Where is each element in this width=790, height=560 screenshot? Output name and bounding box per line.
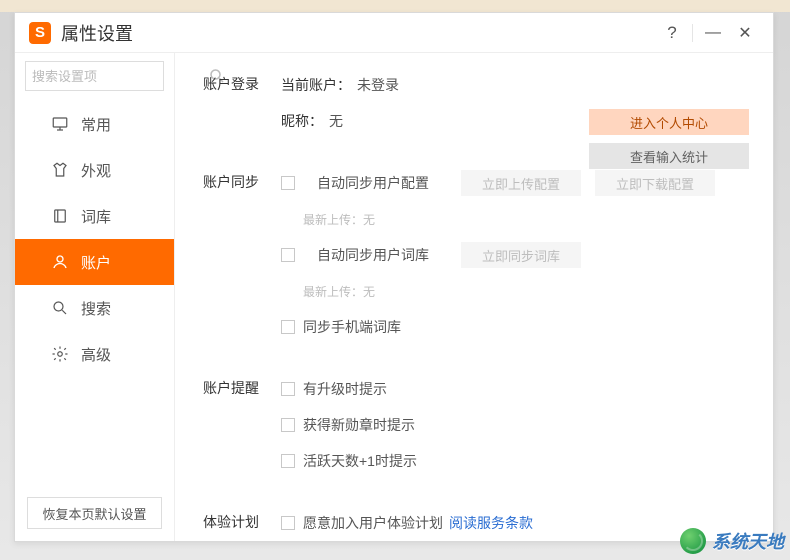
search-icon: [51, 299, 69, 317]
sidebar: 常用 外观 词库 账户 搜索: [15, 53, 175, 541]
titlebar: S 属性设置 ? — ✕: [15, 13, 773, 53]
last-upload-label: 最新上传：: [303, 211, 363, 228]
checkbox-auto-dict[interactable]: [281, 248, 295, 262]
checkbox-plan[interactable]: [281, 516, 295, 530]
watermark-text: 系统天地: [712, 528, 784, 554]
app-logo: S: [29, 22, 51, 44]
section-label: 体验计划: [203, 509, 281, 541]
active-label: 活跃天数+1时提示: [303, 451, 417, 471]
section-label: 账户提醒: [203, 375, 281, 483]
content-pane: 进入个人中心 查看输入统计 账户登录 当前账户： 未登录 昵称： 无: [175, 53, 773, 541]
sidebar-item-advanced[interactable]: 高级: [15, 331, 174, 377]
checkbox-upgrade[interactable]: [281, 382, 295, 396]
sidebar-item-label: 常用: [81, 114, 111, 135]
sync-dict-button[interactable]: 立即同步词库: [461, 242, 581, 268]
section-remind: 账户提醒 有升级时提示 获得新勋章时提示 活跃天数+1时提示: [203, 375, 763, 483]
sidebar-item-search[interactable]: 搜索: [15, 285, 174, 331]
last-upload-value: 无: [363, 211, 375, 228]
help-button[interactable]: ?: [656, 17, 688, 49]
sidebar-item-dict[interactable]: 词库: [15, 193, 174, 239]
sidebar-item-label: 高级: [81, 344, 111, 365]
input-stats-button[interactable]: 查看输入统计: [589, 143, 749, 169]
personal-center-button[interactable]: 进入个人中心: [589, 109, 749, 135]
section-label: 账户登录: [203, 71, 281, 143]
nickname-label: 昵称：: [281, 111, 323, 131]
checkbox-auto-profile[interactable]: [281, 176, 295, 190]
window-title: 属性设置: [61, 20, 133, 46]
divider: [692, 24, 693, 42]
badge-label: 获得新勋章时提示: [303, 415, 415, 435]
settings-window: S 属性设置 ? — ✕ 常用 外观: [14, 12, 774, 542]
sidebar-item-label: 搜索: [81, 298, 111, 319]
minimize-button[interactable]: —: [697, 17, 729, 49]
restore-defaults-button[interactable]: 恢复本页默认设置: [27, 497, 162, 529]
checkbox-badge[interactable]: [281, 418, 295, 432]
upgrade-label: 有升级时提示: [303, 379, 387, 399]
section-plan: 体验计划 愿意加入用户体验计划 阅读服务条款: [203, 509, 763, 541]
globe-icon: [680, 528, 706, 554]
last-upload2-value: 无: [363, 283, 375, 300]
download-profile-button[interactable]: 立即下载配置: [595, 170, 715, 196]
sync-mobile-label: 同步手机端词库: [303, 317, 401, 337]
plan-label: 愿意加入用户体验计划: [303, 513, 443, 533]
nickname-value: 无: [329, 111, 343, 131]
auto-dict-label: 自动同步用户词库: [317, 245, 447, 265]
sidebar-item-label: 外观: [81, 160, 111, 181]
user-icon: [51, 253, 69, 271]
auto-profile-label: 自动同步用户配置: [317, 173, 447, 193]
current-account-value: 未登录: [357, 75, 399, 95]
current-account-label: 当前账户：: [281, 75, 351, 95]
checkbox-sync-mobile[interactable]: [281, 320, 295, 334]
sidebar-list: 常用 外观 词库 账户 搜索: [15, 101, 174, 485]
monitor-icon: [51, 115, 69, 133]
shirt-icon: [51, 161, 69, 179]
upload-profile-button[interactable]: 立即上传配置: [461, 170, 581, 196]
last-upload2-label: 最新上传：: [303, 283, 363, 300]
sidebar-item-account[interactable]: 账户: [15, 239, 174, 285]
section-sync: 账户同步 自动同步用户配置 立即上传配置 立即下载配置 最新上传： 无 自动: [203, 169, 763, 349]
sidebar-item-common[interactable]: 常用: [15, 101, 174, 147]
sidebar-item-label: 词库: [81, 206, 111, 227]
book-icon: [51, 207, 69, 225]
section-label: 账户同步: [203, 169, 281, 349]
watermark: 系统天地: [680, 528, 784, 554]
checkbox-active[interactable]: [281, 454, 295, 468]
search-box[interactable]: [25, 61, 164, 91]
close-button[interactable]: ✕: [729, 17, 761, 49]
gear-icon: [51, 345, 69, 363]
sidebar-item-label: 账户: [81, 252, 111, 273]
sidebar-item-appearance[interactable]: 外观: [15, 147, 174, 193]
terms-link[interactable]: 阅读服务条款: [449, 513, 533, 533]
